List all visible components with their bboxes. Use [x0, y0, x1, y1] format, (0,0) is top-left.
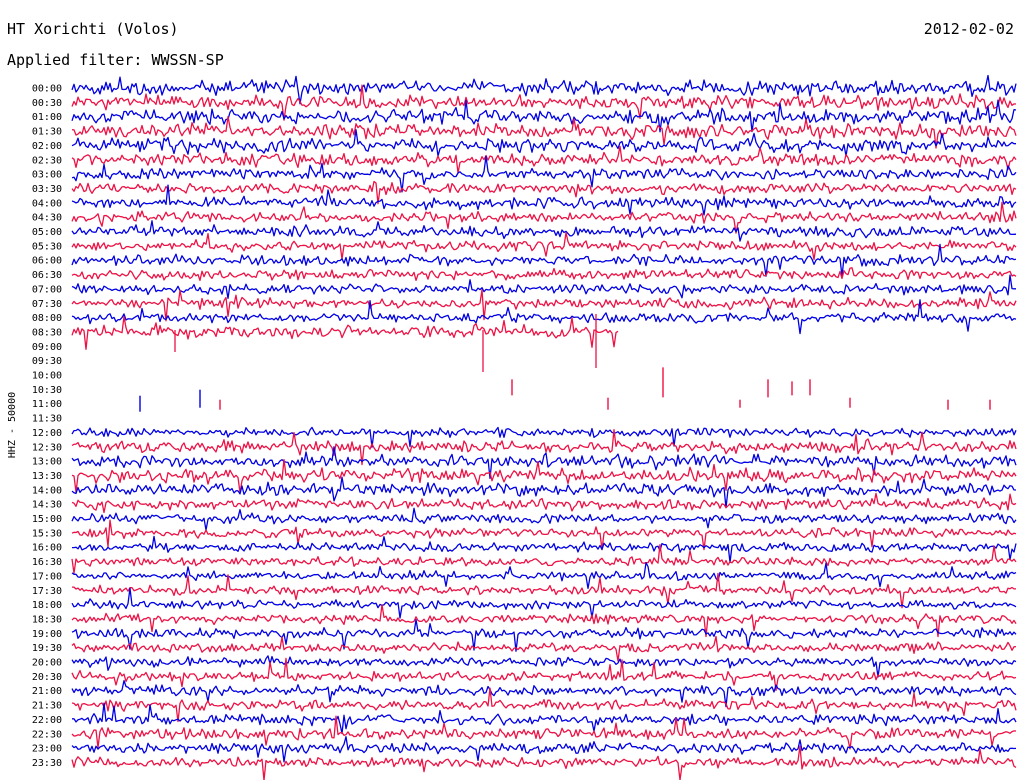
time-label: 10:00 [32, 371, 62, 382]
trace-row [71, 635, 1017, 662]
time-label: 10:30 [32, 385, 62, 396]
time-label: 05:00 [32, 227, 62, 238]
trace-row [71, 220, 1017, 242]
time-label: 19:00 [32, 629, 62, 640]
time-label: 20:00 [32, 658, 62, 669]
trace-row [72, 535, 1017, 564]
trace-row [71, 679, 1017, 708]
trace-row [71, 544, 1017, 574]
trace-row [71, 289, 1017, 322]
trace-row [71, 736, 1017, 763]
time-label: 17:00 [32, 571, 62, 582]
time-label: 04:30 [32, 213, 62, 224]
trace-row [71, 492, 1017, 514]
time-label: 14:00 [32, 485, 62, 496]
trace-row [71, 562, 1017, 590]
time-label: 06:00 [32, 256, 62, 267]
time-label: 16:00 [32, 543, 62, 554]
time-label: 12:30 [32, 442, 62, 453]
trace-row [71, 274, 1016, 300]
time-label: 19:30 [32, 643, 62, 654]
time-label: 21:00 [32, 686, 62, 697]
time-label: 18:30 [32, 614, 62, 625]
time-label: 17:30 [32, 586, 62, 597]
time-label: 21:30 [32, 701, 62, 712]
time-label: 05:30 [32, 241, 62, 252]
time-label: 23:30 [32, 758, 62, 769]
time-label: 08:30 [32, 327, 62, 338]
trace-row [71, 429, 1017, 466]
time-label: 11:30 [32, 414, 62, 425]
trace-row [72, 702, 1017, 735]
time-label: 07:30 [32, 299, 62, 310]
time-label: 00:30 [32, 98, 62, 109]
time-label: 02:30 [32, 155, 62, 166]
time-label: 04:00 [32, 198, 62, 209]
time-label: 07:00 [32, 284, 62, 295]
time-label: 22:00 [32, 715, 62, 726]
trace-row [71, 657, 1017, 692]
time-label: 12:00 [32, 428, 62, 439]
time-label: 14:30 [32, 500, 62, 511]
trace-row [71, 267, 1017, 282]
time-label: 15:00 [32, 514, 62, 525]
channel-label: HHZ - 50000 [7, 392, 18, 458]
seismogram-traces [71, 74, 1017, 780]
time-label: 20:30 [32, 672, 62, 683]
time-label: 18:00 [32, 600, 62, 611]
time-label: 08:00 [32, 313, 62, 324]
time-label: 03:30 [32, 184, 62, 195]
trace-row [71, 587, 1017, 619]
time-label: 01:00 [32, 112, 62, 123]
time-label: 16:30 [32, 557, 62, 568]
time-label: 09:30 [32, 356, 62, 367]
time-label: 13:30 [32, 471, 62, 482]
time-label: 01:30 [32, 127, 62, 138]
time-label: 23:00 [32, 744, 62, 755]
time-label: 11:00 [32, 399, 62, 410]
time-label: 00:00 [32, 84, 62, 95]
time-label: 02:00 [32, 141, 62, 152]
time-label: 22:30 [32, 729, 62, 740]
time-label: 15:30 [32, 528, 62, 539]
trace-row [71, 507, 1017, 531]
trace-row [71, 232, 1017, 261]
time-label: 13:00 [32, 457, 62, 468]
helicorder-plot: 00:00 00:30 01:00 01:30 02:00 02:30 03:00 03:30… [7, 74, 1017, 780]
time-axis-labels: 00:00 00:30 01:00 01:30 02:00 02:30 03:00 03:30… [32, 84, 62, 769]
time-label: 03:00 [32, 170, 62, 181]
trace-row [71, 316, 619, 350]
trace-row [71, 604, 1017, 638]
time-label: 09:00 [32, 342, 62, 353]
time-label: 06:30 [32, 270, 62, 281]
trace-row [71, 129, 1016, 157]
